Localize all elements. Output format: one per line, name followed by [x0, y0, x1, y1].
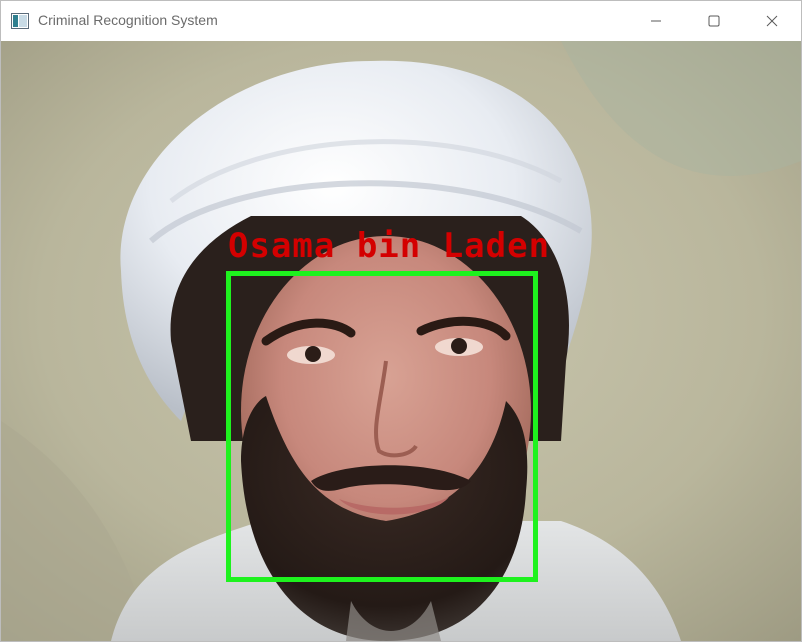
- close-icon: [766, 15, 778, 27]
- title-bar[interactable]: Criminal Recognition System: [1, 1, 801, 41]
- app-window: Criminal Recognition System Osama bin La…: [0, 0, 802, 642]
- maximize-icon: [708, 15, 720, 27]
- detected-name-label: Osama bin Laden: [228, 226, 551, 266]
- camera-feed: Osama bin Laden: [1, 41, 801, 641]
- face-detection-box: [226, 271, 538, 582]
- minimize-icon: [650, 15, 662, 27]
- minimize-button[interactable]: [627, 1, 685, 41]
- close-button[interactable]: [743, 1, 801, 41]
- maximize-button[interactable]: [685, 1, 743, 41]
- window-title: Criminal Recognition System: [38, 12, 218, 28]
- app-window-icon: [11, 13, 29, 29]
